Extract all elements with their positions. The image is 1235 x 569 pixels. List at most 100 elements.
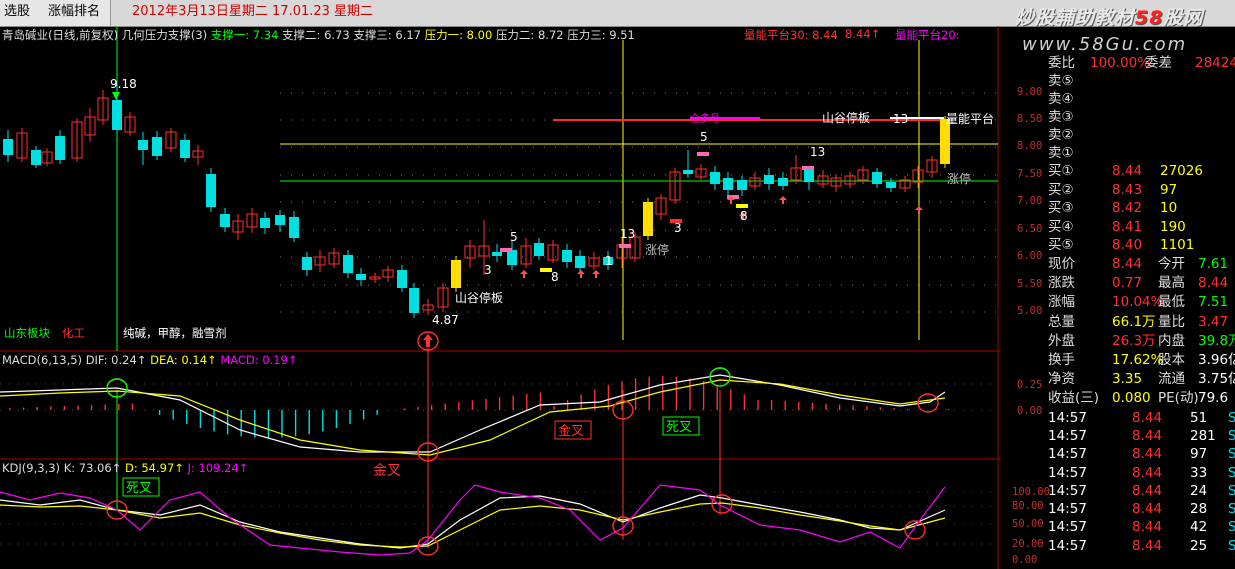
candle-body (575, 256, 585, 268)
tick-row: 14:57 8.44 281 S (1048, 427, 1235, 444)
stat-row: 涨跌 0.77 最高 8.44 (1048, 275, 1229, 292)
count-label: 5 (700, 130, 708, 144)
valley-label: 山谷停板 (455, 290, 503, 305)
up-arrow-icon (779, 196, 787, 204)
pressure-3: 压力三: 9.51 (567, 28, 635, 42)
tab-gain-ranking[interactable]: 涨幅排名 (38, 0, 112, 26)
brand-url: www.58Gu.com (1022, 34, 1188, 55)
count-label: 3 (484, 263, 492, 277)
stat-row: 外盘 26.3万 内盘 39.8万 (1048, 332, 1235, 349)
stock-chart[interactable]: 9.184.87山谷停板山谷停板 量能平台涨停涨停1313135533881全多号… (0, 26, 1000, 569)
up-arrow-icon (592, 270, 600, 278)
top-toolbar: 选股 涨幅排名 2012年3月13日星期二 17.01.23 星期二 炒股辅助教… (0, 0, 1235, 29)
candle-body (206, 174, 216, 207)
support-1: 支撑一: 7.34 (210, 28, 279, 42)
signal-bar (802, 166, 814, 170)
tick-row: 14:57 8.44 28 S (1048, 501, 1235, 518)
candle-body (397, 270, 407, 288)
candle-body (180, 140, 190, 158)
dead-cross-box-text: 死叉 (126, 481, 152, 496)
macd-header: MACD(6,13,5) DIF: 0.24↑ DEA: 0.14↑ MACD:… (2, 353, 298, 367)
count-label: 1 (605, 254, 613, 268)
kdj-header: KDJ(9,3,3) K: 73.06↑ D: 54.97↑ J: 109.24… (2, 461, 249, 475)
tick-row: 14:57 8.44 24 S (1048, 482, 1235, 499)
count-label: 3 (674, 221, 682, 235)
buy-level: 买① 8.44 27026 (1048, 163, 1203, 179)
macd-dea-line (0, 379, 946, 456)
stat-row: 收益(三) 0.080 PE(动) 79.6 (1048, 390, 1229, 407)
candle-body (260, 218, 270, 228)
pressure-1: 压力一: 8.00 (424, 28, 493, 42)
up-arrow-icon (577, 270, 585, 278)
candle-body (356, 274, 366, 280)
candle-body (723, 178, 733, 190)
low-label: 4.87 (432, 313, 459, 327)
valley-label: 山谷停板 (822, 110, 870, 125)
stat-row: 换手 17.62% 股本 3.96亿 (1048, 352, 1235, 368)
stat-row: 涨幅 10.04% 最低 7.51 (1048, 294, 1229, 311)
main-header: 青岛碱业(日线,前复权) 几何压力支撑(3) 支撑一: 7.34 支撑二: 6.… (2, 27, 635, 43)
candle-body (409, 288, 419, 313)
candle-body (643, 202, 653, 236)
sell-level: 卖② (1048, 127, 1074, 143)
buy-level: 买④ 8.41 190 (1048, 218, 1186, 235)
candle-body (302, 257, 312, 270)
weibi-row: 委比 100.00% 委差 28424 (1048, 55, 1235, 71)
candle-body (683, 170, 693, 174)
support-2: 支撑二: 6.73 (282, 28, 350, 42)
qiduo-label: 全多号 (690, 112, 720, 125)
dead-cross-box-text: 死叉 (666, 420, 692, 435)
tick-row: 14:57 8.44 25 S (1048, 537, 1235, 554)
up-arrow-icon (915, 206, 923, 214)
sell-level: 卖⑤ (1048, 73, 1074, 89)
candle-body (343, 255, 353, 273)
limit-up-label: 涨停 (645, 242, 669, 257)
candle-body (492, 252, 502, 256)
count-label: 13 (893, 112, 908, 126)
candle-body (562, 250, 572, 262)
tick-row: 14:57 8.44 33 S (1048, 464, 1235, 481)
candle-body (764, 175, 774, 184)
stat-row: 总量 66.1万 量比 3.47 (1048, 313, 1229, 330)
count-label: 8 (740, 209, 748, 223)
candle-body (710, 172, 720, 184)
candle-body (3, 139, 13, 155)
kdj-k-line (0, 494, 946, 549)
date-display: 2012年3月13日星期二 17.01.23 星期二 (132, 4, 374, 19)
candle-body (220, 214, 230, 227)
sell-level: 卖③ (1048, 109, 1074, 125)
candle-body (534, 243, 544, 256)
sector-industry: 化工 (62, 326, 85, 340)
volume-platform-val: 8.44↑ (845, 27, 881, 41)
tab-stock-picker[interactable]: 选股 (0, 0, 42, 26)
buy-level: 买⑤ 8.40 1101 (1048, 237, 1195, 254)
sell-level: 卖④ (1048, 91, 1074, 107)
high-label: 9.18 (110, 77, 137, 91)
golden-cross-box-text: 金叉 (558, 423, 584, 439)
down-arrow-icon (112, 92, 120, 100)
count-label: 8 (551, 270, 559, 284)
stat-row: 净资 3.35 流通 3.75亿 (1048, 371, 1235, 388)
sell-level: 卖① (1048, 145, 1074, 161)
candle-body (138, 140, 148, 150)
candle-body (507, 250, 517, 265)
sector-region: 山东板块 (4, 326, 50, 340)
candle-body (31, 150, 41, 165)
count-label: 13 (810, 145, 825, 159)
candle-body (275, 215, 285, 225)
stock-name: 青岛碱业(日线,前复权) (2, 28, 119, 42)
sector-products: 纯碱，甲醇，融雪剂 (123, 326, 227, 340)
indicator-name: 几何压力支撑(3) (121, 28, 208, 42)
tick-row: 14:57 8.44 97 S (1048, 446, 1235, 463)
buy-level: 买③ 8.42 10 (1048, 200, 1178, 217)
buy-level: 买② 8.43 97 (1048, 181, 1178, 198)
candle-body (778, 178, 788, 186)
up-arrow-icon (423, 334, 433, 347)
tick-row: 14:57 8.44 51 S (1048, 409, 1235, 426)
pressure-2: 压力二: 8.72 (495, 28, 564, 42)
stat-row: 现价 8.44 今开 7.61 (1048, 256, 1229, 272)
tick-row: 14:57 8.44 42 S (1048, 519, 1235, 536)
signal-bar (619, 244, 631, 248)
candle-body (152, 137, 162, 156)
cross-circle-green (709, 367, 731, 387)
